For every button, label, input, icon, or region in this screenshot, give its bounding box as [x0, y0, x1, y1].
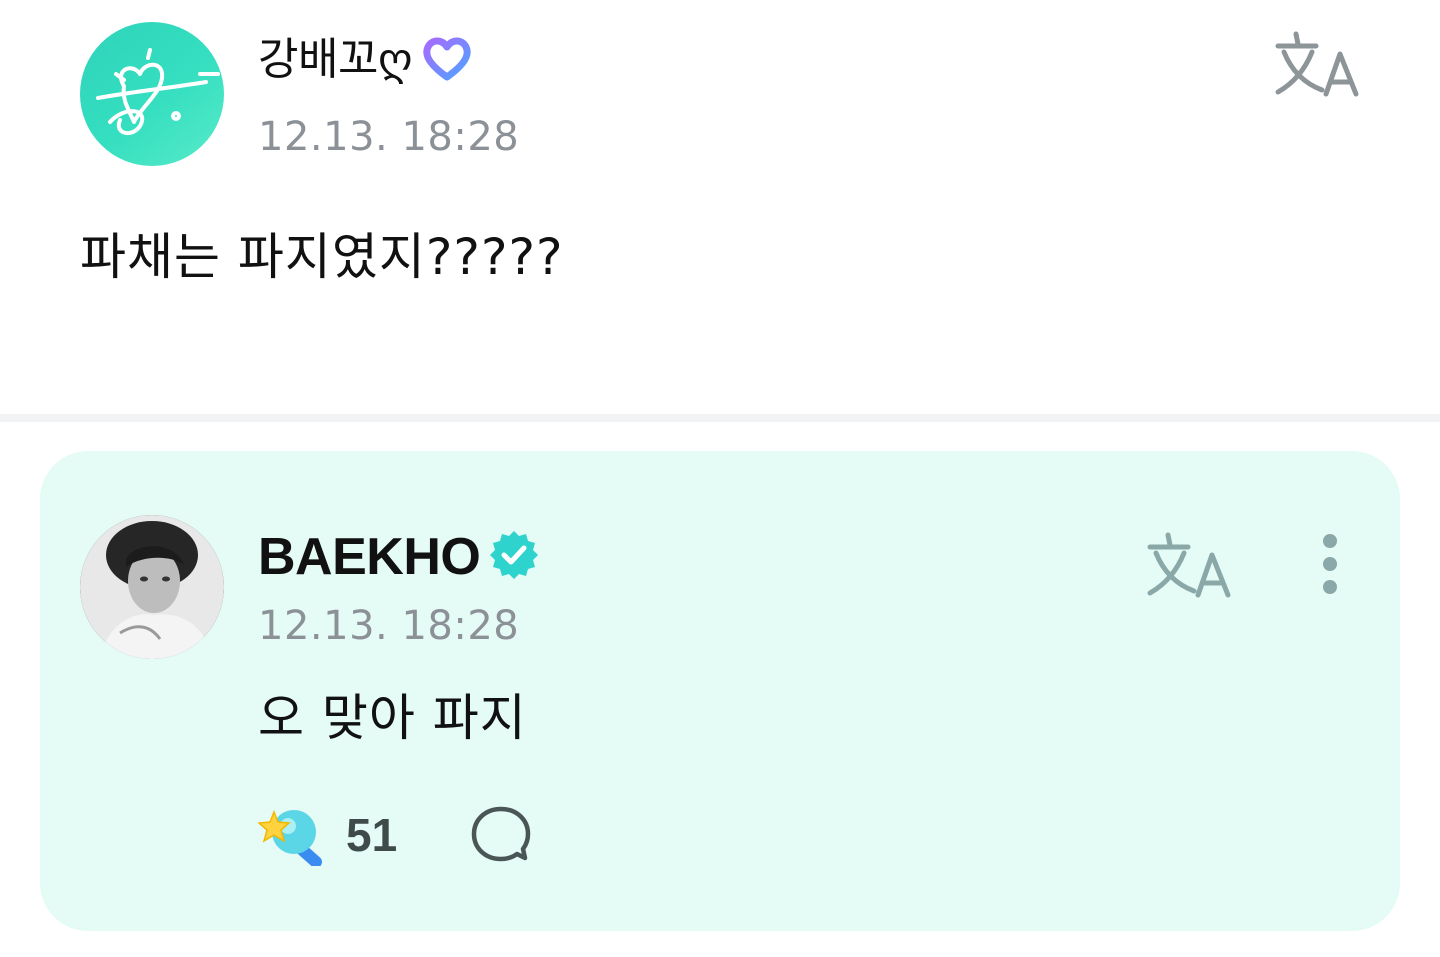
artist-reply-card: BAEKHO 12.13. 18:28 오 맞아 파지 51	[40, 451, 1400, 931]
fan-post-text: 파채는 파지였지?????	[80, 228, 564, 286]
artist-avatar[interactable]	[80, 515, 224, 659]
artist-author-name[interactable]: BAEKHO	[258, 527, 481, 587]
membership-heart-badge-icon	[420, 33, 474, 87]
reply-actions: 51	[258, 803, 533, 867]
verified-badge-icon	[488, 529, 540, 585]
more-vertical-icon	[1323, 534, 1337, 594]
translate-icon	[1147, 532, 1231, 598]
comment-button[interactable]	[469, 803, 533, 867]
translate-icon	[1275, 31, 1359, 97]
comment-bubble-icon	[471, 806, 531, 862]
section-divider	[0, 414, 1440, 422]
fan-post: 강배꼬ღ 12.13. 18:28 파채는 파지였지?????	[0, 0, 1440, 414]
artist-profile-photo	[80, 515, 224, 659]
artist-reply-text: 오 맞아 파지	[258, 689, 527, 747]
fan-author-name[interactable]: 강배꼬ღ	[258, 30, 413, 90]
like-button[interactable]: 51	[258, 804, 397, 866]
heart-signature-icon	[96, 48, 220, 136]
like-count: 51	[346, 809, 398, 861]
more-options-button[interactable]	[1310, 529, 1350, 599]
artist-author-row: BAEKHO	[258, 527, 540, 587]
fan-post-timestamp: 12.13. 18:28	[258, 114, 520, 160]
fan-avatar[interactable]	[80, 22, 224, 166]
artist-reply-timestamp: 12.13. 18:28	[258, 603, 520, 649]
post-detail-page: 강배꼬ღ 12.13. 18:28 파채는 파지였지????? BAEKHO 1…	[0, 0, 1440, 957]
artist-reply-translate-button[interactable]	[1144, 527, 1236, 607]
lightstick-like-icon	[258, 809, 322, 866]
fan-author-row: 강배꼬ღ	[258, 30, 474, 90]
fan-post-translate-button[interactable]	[1272, 26, 1364, 106]
